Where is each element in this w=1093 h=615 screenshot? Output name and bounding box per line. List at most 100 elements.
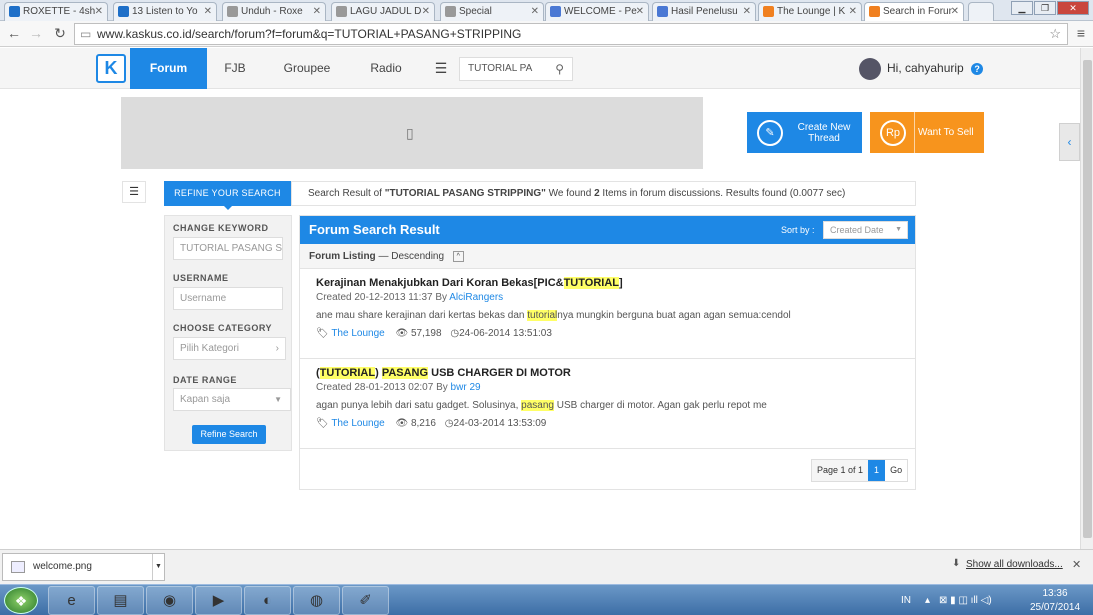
browser-tab[interactable]: Unduh - Roxe ✕ xyxy=(222,2,326,21)
nav-radio[interactable]: Radio xyxy=(362,48,410,89)
taskbar: ❖ e ▤ ◉ ▶ ◐ ◍ ✐ IN ▴ ⊠ ▮ ◫ ıll ◁) 13:36 … xyxy=(0,584,1093,615)
tray-arrow-icon[interactable]: ▴ xyxy=(925,585,930,615)
address-bar: ← → ↻ ▭ www.kaskus.co.id/search/forum?f=… xyxy=(0,21,1093,47)
close-window-icon[interactable]: ✕ xyxy=(1057,1,1089,15)
search-results-panel: Forum Search Result Sort by : Created Da… xyxy=(299,215,916,490)
chrome-icon[interactable]: ◉ xyxy=(146,586,193,615)
clock-date[interactable]: 25/07/2014 xyxy=(1023,592,1087,615)
close-icon[interactable]: ✕ xyxy=(313,3,321,20)
reload-icon[interactable]: ↻ xyxy=(52,25,68,42)
page-icon: ▭ xyxy=(80,27,92,41)
list-item[interactable]: (TUTORIAL) PASANG USB CHARGER DI MOTOR C… xyxy=(300,359,915,449)
refine-search-button[interactable]: Refine Search xyxy=(192,425,266,444)
sort-select[interactable]: Created Date ▼ xyxy=(823,221,908,239)
folder-icon[interactable]: ▤ xyxy=(97,586,144,615)
language-indicator[interactable]: IN xyxy=(901,585,911,615)
thread-stats: 🏷 The Lounge 👁 8,216 ◷24-03-2014 13:53:0… xyxy=(316,418,547,429)
forward-icon[interactable]: → xyxy=(28,25,44,41)
keyword-input[interactable]: TUTORIAL PASANG S xyxy=(173,237,283,260)
close-icon[interactable]: ✕ xyxy=(95,3,103,20)
search-icon[interactable]: ⚲ xyxy=(555,58,564,80)
close-icon[interactable]: ✕ xyxy=(204,3,212,20)
scrollbar-thumb[interactable] xyxy=(1083,60,1092,538)
list-icon[interactable]: ☰ xyxy=(426,48,456,89)
google-icon xyxy=(657,6,668,17)
media-player-icon[interactable]: ▶ xyxy=(195,586,242,615)
user-menu[interactable]: Hi, cahyahurip ? xyxy=(859,57,984,81)
thread-excerpt: agan punya lebih dari satu gadget. Solus… xyxy=(316,400,767,411)
ad-banner: ▯ xyxy=(121,97,703,169)
paint-icon[interactable]: ✐ xyxy=(342,586,389,615)
close-icon[interactable]: ✕ xyxy=(1072,558,1081,571)
tray-icons[interactable]: ⊠ ▮ ◫ ıll ◁) xyxy=(939,585,992,615)
browser-tab[interactable]: 13 Listen to Yo ✕ xyxy=(113,2,217,21)
thread-title-link[interactable]: (TUTORIAL) PASANG USB CHARGER DI MOTOR xyxy=(316,367,571,379)
close-icon[interactable]: ✕ xyxy=(951,3,959,20)
close-icon[interactable]: ✕ xyxy=(636,3,644,20)
browser-tab-strip: ROXETTE - 4sh ✕ 13 Listen to Yo ✕ Unduh - … xyxy=(0,0,1093,21)
header-search-input[interactable]: TUTORIAL PA ⚲ xyxy=(459,57,573,81)
url-input[interactable]: ▭ www.kaskus.co.id/search/forum?f=forum&… xyxy=(74,23,1068,45)
browser-tab[interactable]: LAGU JADUL D ✕ xyxy=(331,2,435,21)
menu-icon[interactable]: ≡ xyxy=(1073,25,1089,41)
show-all-downloads-link[interactable]: Show all downloads... xyxy=(966,559,1063,570)
minimize-icon[interactable]: ▁ xyxy=(1011,1,1033,15)
create-thread-button[interactable]: ✎ Create New Thread xyxy=(747,112,862,153)
4shared-icon xyxy=(118,6,129,17)
username-input[interactable]: Username xyxy=(173,287,283,310)
want-to-sell-button[interactable]: Rp Want To Sell xyxy=(870,112,984,153)
close-icon[interactable]: ✕ xyxy=(531,3,539,20)
nav-groupee[interactable]: Groupee xyxy=(276,48,338,89)
globe-icon[interactable]: ◍ xyxy=(293,586,340,615)
browser-tab[interactable]: Hasil Penelusu ✕ xyxy=(652,2,756,21)
browser-tab[interactable]: Special ✕ xyxy=(440,2,544,21)
nav-fjb[interactable]: FJB xyxy=(214,48,256,89)
avatar xyxy=(859,57,881,80)
category-label: CHOOSE CATEGORY xyxy=(173,323,273,333)
back-icon[interactable]: ← xyxy=(6,25,22,41)
date-range-select[interactable]: Kapan saja ▼ xyxy=(173,388,291,411)
caret-down-icon: ▼ xyxy=(274,395,282,404)
search-summary: Search Result of "TUTORIAL PASANG STRIPP… xyxy=(291,181,916,206)
ie-icon[interactable]: e xyxy=(48,586,95,615)
thread-title-link[interactable]: Kerajinan Menakjubkan Dari Koran Bekas[P… xyxy=(316,277,623,289)
help-icon[interactable]: ? xyxy=(971,63,984,75)
forum-link[interactable]: The Lounge xyxy=(331,418,384,429)
author-link[interactable]: AlciRangers xyxy=(449,292,503,303)
page-1-button[interactable]: 1 xyxy=(868,460,886,481)
pencil-icon: ✎ xyxy=(757,120,783,146)
list-item[interactable]: Kerajinan Menakjubkan Dari Koran Bekas[P… xyxy=(300,269,915,359)
forum-link[interactable]: The Lounge xyxy=(331,328,384,339)
close-icon[interactable]: ✕ xyxy=(743,3,751,20)
broken-image-icon: ▯ xyxy=(406,125,414,141)
maximize-icon[interactable]: ❐ xyxy=(1034,1,1056,15)
download-item[interactable]: welcome.png ▼ xyxy=(2,553,165,581)
4shared-icon xyxy=(9,6,20,17)
collapse-icon[interactable]: ^ xyxy=(452,250,464,262)
close-icon[interactable]: ✕ xyxy=(849,3,857,20)
author-link[interactable]: bwr 29 xyxy=(451,382,481,393)
new-tab-button[interactable] xyxy=(968,2,994,21)
username-label: USERNAME xyxy=(173,273,229,283)
panel-toggle-button[interactable]: ‹ xyxy=(1059,123,1080,161)
caret-down-icon[interactable]: ▼ xyxy=(152,554,164,580)
pagination: Page 1 of 1 1 Go xyxy=(811,459,909,482)
kaskus-logo[interactable]: K xyxy=(96,54,126,83)
scrollbar[interactable] xyxy=(1080,48,1093,549)
change-keyword-label: CHANGE KEYWORD xyxy=(173,223,269,233)
nav-forum[interactable]: Forum xyxy=(130,48,207,89)
firefox-icon[interactable]: ◐ xyxy=(244,586,291,615)
browser-tab-active[interactable]: Search in Forur ✕ xyxy=(864,2,964,21)
download-bar: welcome.png ▼ ⬇ Show all downloads... ✕ xyxy=(0,549,1093,584)
browser-tab[interactable]: ROXETTE - 4sh ✕ xyxy=(4,2,108,21)
list-view-icon[interactable]: ☰ xyxy=(122,181,146,203)
browser-tab[interactable]: WELCOME - Pe ✕ xyxy=(545,2,649,21)
browser-tab[interactable]: The Lounge | K ✕ xyxy=(758,2,862,21)
refine-search-tab[interactable]: REFINE YOUR SEARCH xyxy=(164,181,291,206)
clock-icon: ◷ xyxy=(450,328,460,339)
star-icon[interactable]: ☆ xyxy=(1049,24,1061,44)
category-select[interactable]: Pilih Kategori › xyxy=(173,337,286,360)
close-icon[interactable]: ✕ xyxy=(422,3,430,20)
start-button[interactable]: ❖ xyxy=(4,587,38,614)
go-button[interactable]: Go xyxy=(885,460,908,481)
